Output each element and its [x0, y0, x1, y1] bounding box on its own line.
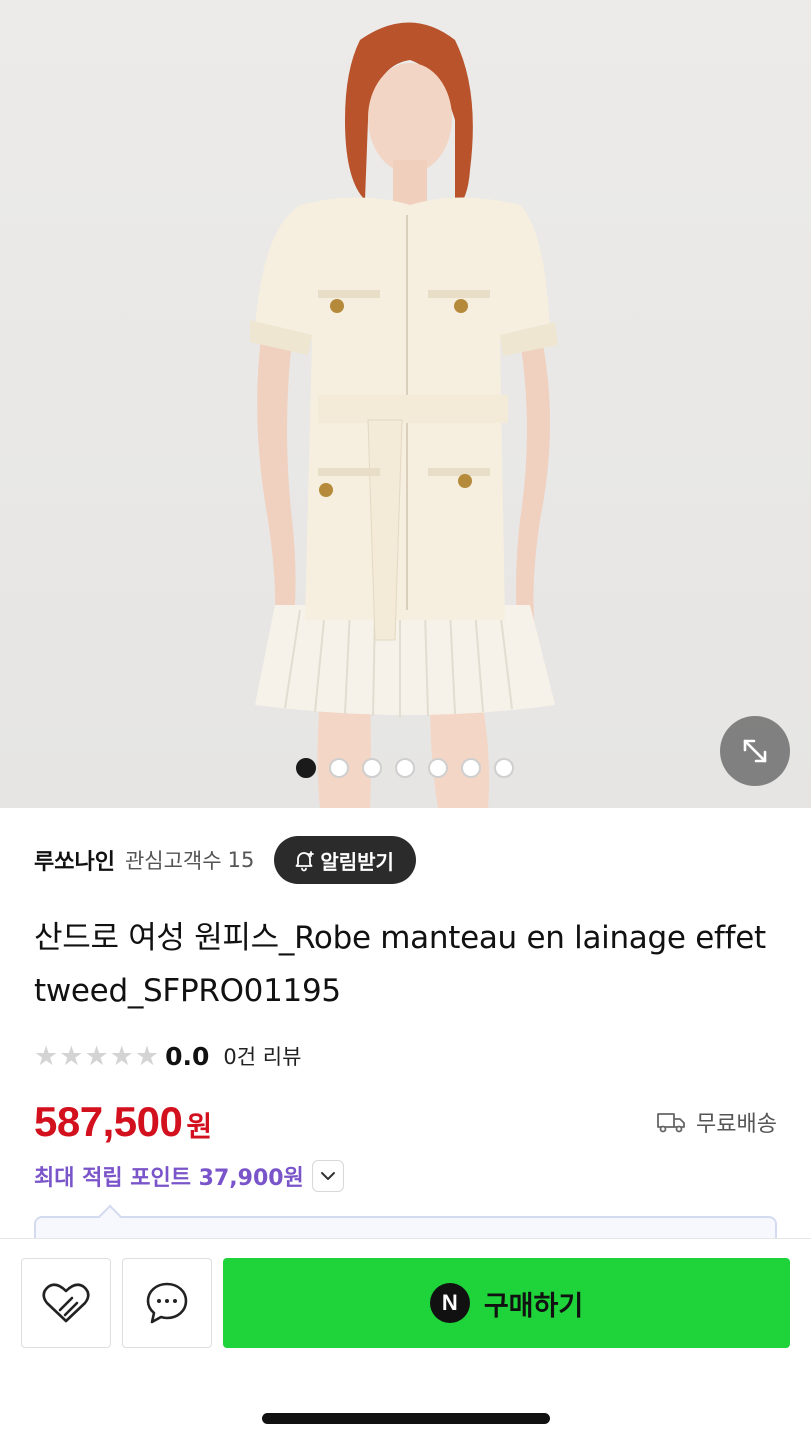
fans-count: 15	[227, 848, 255, 872]
product-title: 산드로 여성 원피스_Robe manteau en lainage effet…	[34, 920, 766, 1009]
chevron-down-icon	[320, 1172, 335, 1180]
rating-value: 0.0	[165, 1041, 210, 1071]
bell-plus-icon	[295, 851, 315, 872]
review-count[interactable]: 0건 리뷰	[223, 1041, 301, 1071]
shipping-info: 무료배송	[656, 1106, 777, 1138]
fans-label: 관심고객수	[124, 849, 222, 873]
star-icon: ★	[34, 1040, 59, 1072]
gallery-dot[interactable]	[296, 758, 316, 778]
gallery-dot[interactable]	[329, 758, 349, 778]
subscribe-alert-label: 알림받기	[320, 849, 394, 874]
expand-image-button[interactable]	[720, 716, 790, 786]
star-icon: ★	[134, 1040, 160, 1072]
rating-stars: ★ ★ ★ ★ ★	[34, 1043, 159, 1070]
delivery-truck-icon	[657, 1113, 685, 1133]
price: 587,500 원	[34, 1098, 212, 1146]
heart-icon	[42, 1283, 90, 1323]
star-icon: ★	[84, 1040, 109, 1072]
price-amount: 587,500	[34, 1098, 183, 1145]
rating-summary[interactable]: ★ ★ ★ ★ ★ 0.0 0건 리뷰	[34, 1038, 301, 1074]
like-button[interactable]	[21, 1258, 111, 1348]
naver-pay-icon: N	[429, 1283, 470, 1323]
star-icon: ★	[59, 1040, 84, 1072]
gallery-dot[interactable]	[461, 758, 481, 778]
gallery-pagination	[296, 758, 514, 778]
buy-button[interactable]: N 구매하기	[223, 1258, 790, 1348]
gallery-dot[interactable]	[428, 758, 448, 778]
shipping-label: 무료배송	[696, 1112, 777, 1137]
gallery-dot[interactable]	[395, 758, 415, 778]
subscribe-alert-button[interactable]: 알림받기	[274, 836, 416, 884]
star-icon: ★	[109, 1040, 134, 1072]
gallery-dot[interactable]	[362, 758, 382, 778]
product-photo	[250, 22, 558, 808]
chat-bubble-icon	[146, 1282, 188, 1324]
chat-button[interactable]	[122, 1258, 212, 1348]
home-indicator[interactable]	[262, 1413, 550, 1424]
product-image-gallery[interactable]	[0, 0, 811, 808]
buy-label: 구매하기	[483, 1290, 584, 1322]
gallery-dot[interactable]	[494, 758, 514, 778]
store-name[interactable]: 루쏘나인	[34, 844, 115, 876]
expand-diagonal-icon	[743, 739, 767, 763]
store-info: 루쏘나인 관심고객수 15 알림받기	[34, 836, 416, 884]
max-points: 최대 적립 포인트 37,900원	[34, 1166, 304, 1191]
price-currency: 원	[186, 1110, 213, 1143]
points-row: 최대 적립 포인트 37,900원	[34, 1160, 344, 1192]
points-expand-toggle[interactable]	[311, 1160, 344, 1192]
